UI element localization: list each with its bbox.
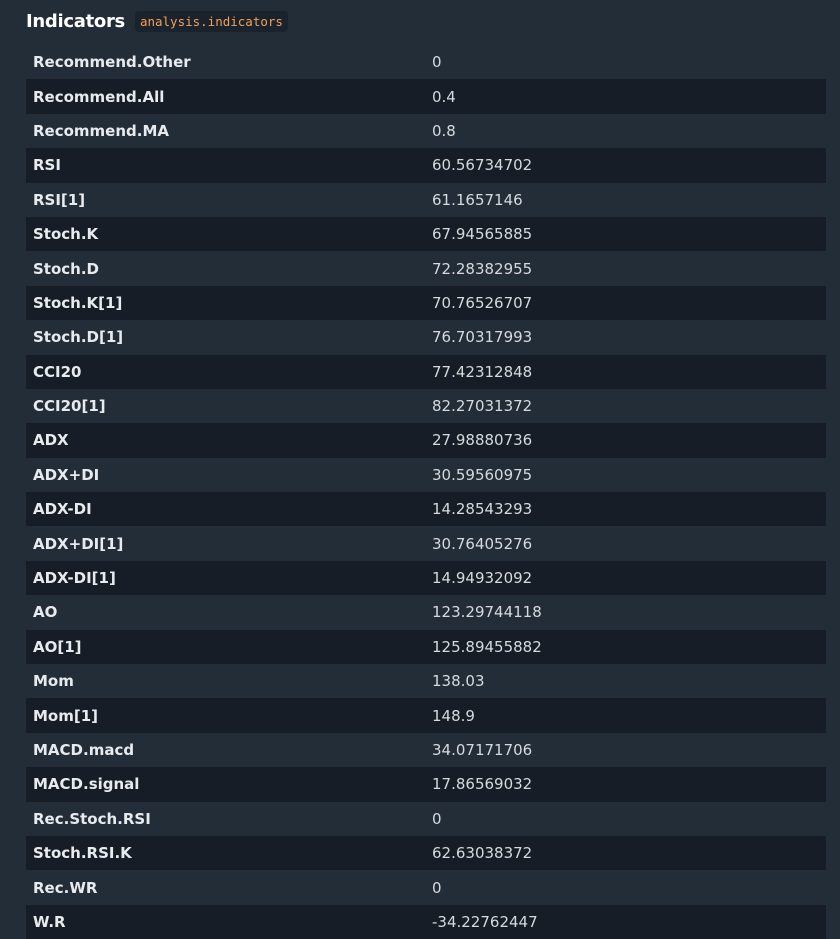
indicator-name: RSI[1] — [33, 190, 86, 209]
table-row: Stoch.D 72.28382955 — [26, 251, 826, 286]
indicator-name: Stoch.D — [33, 259, 99, 278]
indicator-value: 60.56734702 — [432, 156, 533, 175]
table-row: ADX-DI[1] 14.94932092 — [26, 560, 826, 596]
table-row: Stoch.K 67.94565885 — [26, 216, 826, 252]
indicator-value: 123.29744118 — [432, 603, 542, 622]
code-path-tag: analysis.indicators — [134, 10, 288, 32]
table-row: Mom[1] 148.9 — [26, 698, 826, 733]
table-row: Stoch.RSI.K 62.63038372 — [26, 835, 826, 871]
indicator-name: ADX+DI[1] — [33, 534, 124, 553]
table-row: Rec.WR 0 — [26, 870, 826, 905]
indicator-name: Stoch.D[1] — [33, 328, 124, 347]
indicator-value: 0 — [432, 809, 442, 828]
indicator-value: 14.94932092 — [432, 569, 533, 588]
indicator-name: MACD.signal — [33, 775, 140, 794]
indicator-name: AO — [33, 603, 58, 622]
table-row: Recommend.Other 0 — [26, 45, 826, 80]
indicator-value: 30.59560975 — [432, 465, 533, 484]
indicator-name: W.R — [33, 912, 66, 931]
table-row: MACD.macd 34.07171706 — [26, 732, 826, 768]
indicator-name: Rec.WR — [33, 878, 98, 897]
indicators-table-body: Recommend.Other 0 Recommend.All 0.4 Recommen… — [26, 45, 826, 939]
indicator-name: AO[1] — [33, 637, 82, 656]
indicator-name: Mom[1] — [33, 706, 99, 725]
indicator-value: 148.9 — [432, 706, 475, 725]
section-title: Indicators — [26, 10, 125, 32]
indicator-value: 70.76526707 — [432, 293, 533, 312]
table-row: ADX+DI[1] 30.76405276 — [26, 526, 826, 561]
indicator-value: 0 — [432, 53, 442, 72]
indicator-name: ADX-DI[1] — [33, 569, 116, 588]
section-header: Indicators analysis.indicators — [26, 8, 288, 34]
indicator-value: 77.42312848 — [432, 362, 533, 381]
table-row: ADX-DI 14.28543293 — [26, 492, 826, 527]
indicator-name: Recommend.All — [33, 87, 165, 106]
indicator-value: 138.03 — [432, 672, 485, 691]
indicators-table: Recommend.Other 0 Recommend.All 0.4 Recommen… — [26, 45, 826, 939]
table-row: Stoch.D[1] 76.70317993 — [26, 320, 826, 355]
indicator-value: 0.8 — [432, 121, 456, 140]
indicator-value: 62.63038372 — [432, 844, 533, 863]
indicator-name: MACD.macd — [33, 741, 135, 759]
indicator-value: 125.89455882 — [432, 637, 542, 656]
indicator-name: Recommend.MA — [33, 121, 170, 140]
indicator-name: CCI20[1] — [33, 397, 106, 416]
table-row: ADX 27.98880736 — [26, 423, 826, 458]
table-row: Recommend.All 0.4 — [26, 79, 826, 114]
indicator-name: Rec.Stoch.RSI — [33, 809, 151, 828]
indicator-value: 67.94565885 — [432, 225, 533, 244]
table-row: CCI20[1] 82.27031372 — [26, 388, 826, 424]
indicator-value: 61.1657146 — [432, 190, 523, 209]
indicator-value: 72.28382955 — [432, 259, 533, 278]
indicator-value: 0 — [432, 878, 442, 897]
table-row: MACD.signal 17.86569032 — [26, 767, 826, 802]
indicator-value: 82.27031372 — [432, 397, 533, 416]
indicator-name: Stoch.K[1] — [33, 293, 123, 312]
indicator-name: CCI20 — [33, 362, 82, 381]
table-row: RSI 60.56734702 — [26, 148, 826, 183]
table-row: AO[1] 125.89455882 — [26, 629, 826, 665]
indicator-value: 14.28543293 — [432, 500, 533, 519]
indicator-name: ADX-DI — [33, 500, 92, 519]
indicator-name: ADX — [33, 431, 69, 450]
table-row: CCI20 77.42312848 — [26, 354, 826, 389]
table-row: ADX+DI 30.59560975 — [26, 457, 826, 493]
indicator-value: 30.76405276 — [432, 534, 533, 553]
indicator-value: 0.4 — [432, 87, 456, 106]
table-row: Mom 138.03 — [26, 664, 826, 699]
table-row: W.R -34.22762447 — [26, 904, 826, 939]
table-row: Recommend.MA 0.8 — [26, 113, 826, 149]
table-row: AO 123.29744118 — [26, 595, 826, 630]
indicators-section: Indicators analysis.indicators Recommend… — [0, 0, 840, 939]
table-row: Stoch.K[1] 70.76526707 — [26, 285, 826, 321]
indicator-name: Recommend.Other — [33, 53, 191, 72]
indicator-value: 17.86569032 — [432, 775, 533, 794]
indicator-name: Mom — [33, 672, 74, 691]
indicator-value: 76.70317993 — [432, 328, 533, 347]
indicator-name: RSI — [33, 156, 61, 175]
indicator-value: -34.22762447 — [432, 912, 538, 931]
table-row: RSI[1] 61.1657146 — [26, 182, 826, 217]
indicator-name: Stoch.RSI.K — [33, 844, 132, 863]
indicator-name: ADX+DI — [33, 465, 100, 484]
indicator-name: Stoch.K — [33, 225, 99, 244]
indicator-value: 34.07171706 — [432, 741, 533, 759]
table-row: Rec.Stoch.RSI 0 — [26, 801, 826, 836]
indicator-value: 27.98880736 — [432, 431, 533, 450]
